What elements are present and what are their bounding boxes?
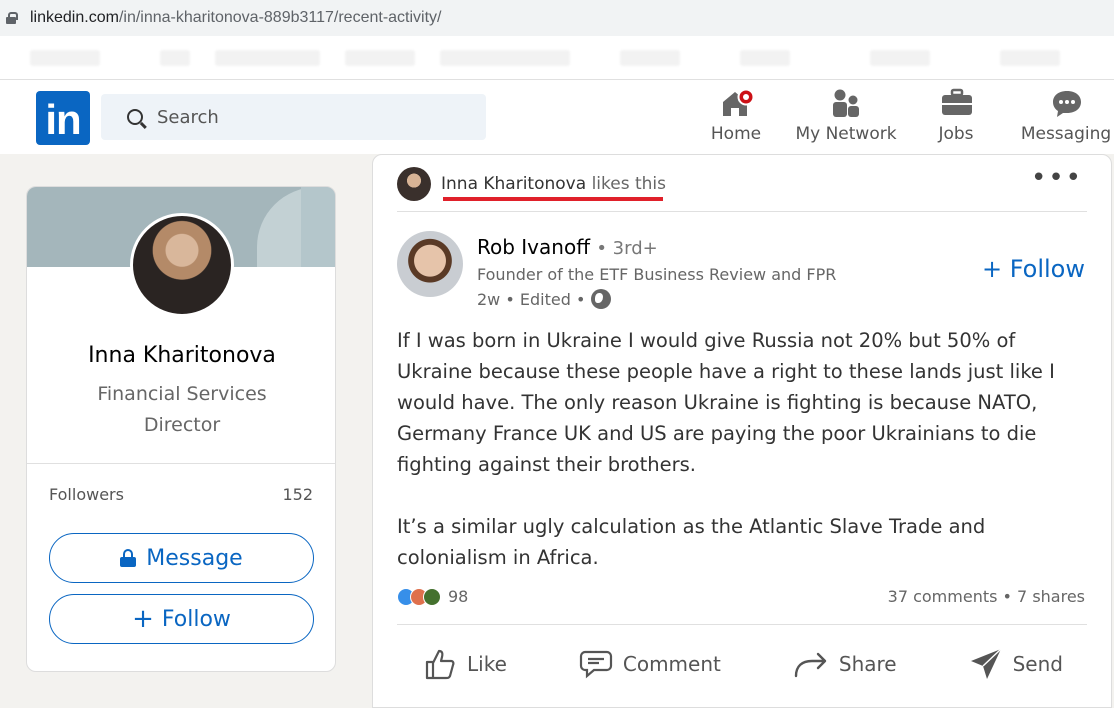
network-icon [830, 88, 862, 118]
comment-icon [579, 650, 612, 679]
post-meta-text: 2w • Edited • [477, 289, 586, 309]
like-icon [425, 649, 455, 680]
url-text[interactable]: linkedin.com/in/inna-kharitonova-889b311… [30, 9, 442, 27]
bookmark-item[interactable] [740, 50, 790, 66]
nav-home[interactable]: Home [706, 88, 766, 144]
nav-home-label: Home [710, 124, 762, 144]
divider [397, 624, 1087, 625]
bookmark-item[interactable] [440, 50, 570, 66]
like-button[interactable]: Like [423, 647, 507, 681]
profile-name[interactable]: Inna Kharitonova [27, 343, 335, 368]
browser-address-bar[interactable]: linkedin.com/in/inna-kharitonova-889b311… [0, 0, 1114, 36]
message-button[interactable]: Message [49, 533, 314, 583]
red-highlight-underline [443, 197, 663, 201]
liked-by-row: Inna Kharitonova likes this [397, 167, 666, 201]
liker-name[interactable]: Inna Kharitonova [441, 174, 586, 194]
send-icon [970, 648, 1002, 679]
bookmark-item[interactable] [160, 50, 190, 66]
nav-jobs[interactable]: Jobs [930, 88, 982, 144]
divider [27, 463, 335, 464]
search-box[interactable] [101, 94, 486, 140]
likes-this-label: likes this [591, 174, 666, 194]
nav-my-network[interactable]: My Network [792, 88, 900, 144]
author-name-row: Rob Ivanoff • 3rd+ [477, 235, 658, 259]
url-host: linkedin.com [30, 9, 119, 26]
post-actions: Like Comment Share Send [423, 647, 1063, 681]
share-icon [794, 652, 827, 678]
follow-button-label: Follow [161, 606, 231, 632]
lock-icon [6, 12, 18, 24]
liker-avatar[interactable] [397, 167, 431, 201]
nav-messaging[interactable]: Messaging [1018, 88, 1114, 144]
reaction-count: 98 [448, 587, 469, 606]
nav-jobs-label: Jobs [938, 124, 974, 144]
post-body: If I was born in Ukraine I would give Ru… [397, 329, 1055, 569]
home-icon [720, 88, 755, 118]
share-label: Share [838, 652, 897, 676]
search-input[interactable] [157, 106, 457, 128]
like-label: Like [467, 652, 507, 676]
lock-icon [120, 549, 137, 567]
send-label: Send [1012, 652, 1063, 676]
briefcase-icon [940, 88, 972, 118]
reactions-summary[interactable]: 98 [397, 587, 468, 606]
comment-label: Comment [622, 652, 721, 676]
funny-reaction-icon [423, 587, 441, 606]
post-meta: 2w • Edited • [477, 289, 612, 309]
follow-button[interactable]: + Follow [49, 594, 314, 644]
messaging-icon [1050, 88, 1082, 118]
author-headline: Founder of the ETF Business Review and F… [477, 265, 837, 284]
comment-button[interactable]: Comment [579, 647, 721, 681]
nav-my-network-label: My Network [795, 124, 897, 144]
bookmark-item[interactable] [620, 50, 680, 66]
plus-icon: + [132, 604, 154, 634]
linkedin-logo[interactable]: in [36, 91, 90, 145]
nav-messaging-label: Messaging [1020, 124, 1112, 144]
bookmark-item[interactable] [30, 50, 100, 66]
share-button[interactable]: Share [793, 647, 897, 681]
bookmark-item[interactable] [1000, 50, 1060, 66]
post-stats[interactable]: 37 comments • 7 shares [888, 587, 1085, 606]
connection-degree: • 3rd+ [596, 238, 658, 259]
send-button[interactable]: Send [969, 647, 1063, 681]
search-icon [127, 109, 143, 125]
message-button-label: Message [146, 545, 243, 571]
bookmark-item[interactable] [345, 50, 415, 66]
top-nav: in Home My Network [0, 80, 1114, 154]
url-path: /in/inna-kharitonova-889b3117/recent-act… [118, 9, 442, 26]
followers-label: Followers [49, 485, 124, 504]
post-follow-button[interactable]: + Follow [982, 255, 1085, 283]
divider [397, 211, 1087, 212]
more-options-icon[interactable]: ••• [1031, 165, 1083, 191]
followers-count: 152 [282, 485, 313, 504]
author-avatar[interactable] [397, 231, 463, 297]
bookmark-item[interactable] [870, 50, 930, 66]
profile-card: Inna Kharitonova Financial Services Dire… [26, 186, 336, 672]
bookmark-item[interactable] [215, 50, 320, 66]
profile-avatar[interactable] [130, 213, 234, 317]
liked-by-text: Inna Kharitonova likes this [441, 174, 666, 194]
bookmarks-bar [0, 36, 1114, 80]
profile-title: Financial Services Director [97, 383, 267, 436]
feed-post: Inna Kharitonova likes this ••• Rob Ivan… [372, 154, 1112, 708]
author-name[interactable]: Rob Ivanoff [477, 235, 590, 259]
globe-icon [591, 289, 612, 309]
